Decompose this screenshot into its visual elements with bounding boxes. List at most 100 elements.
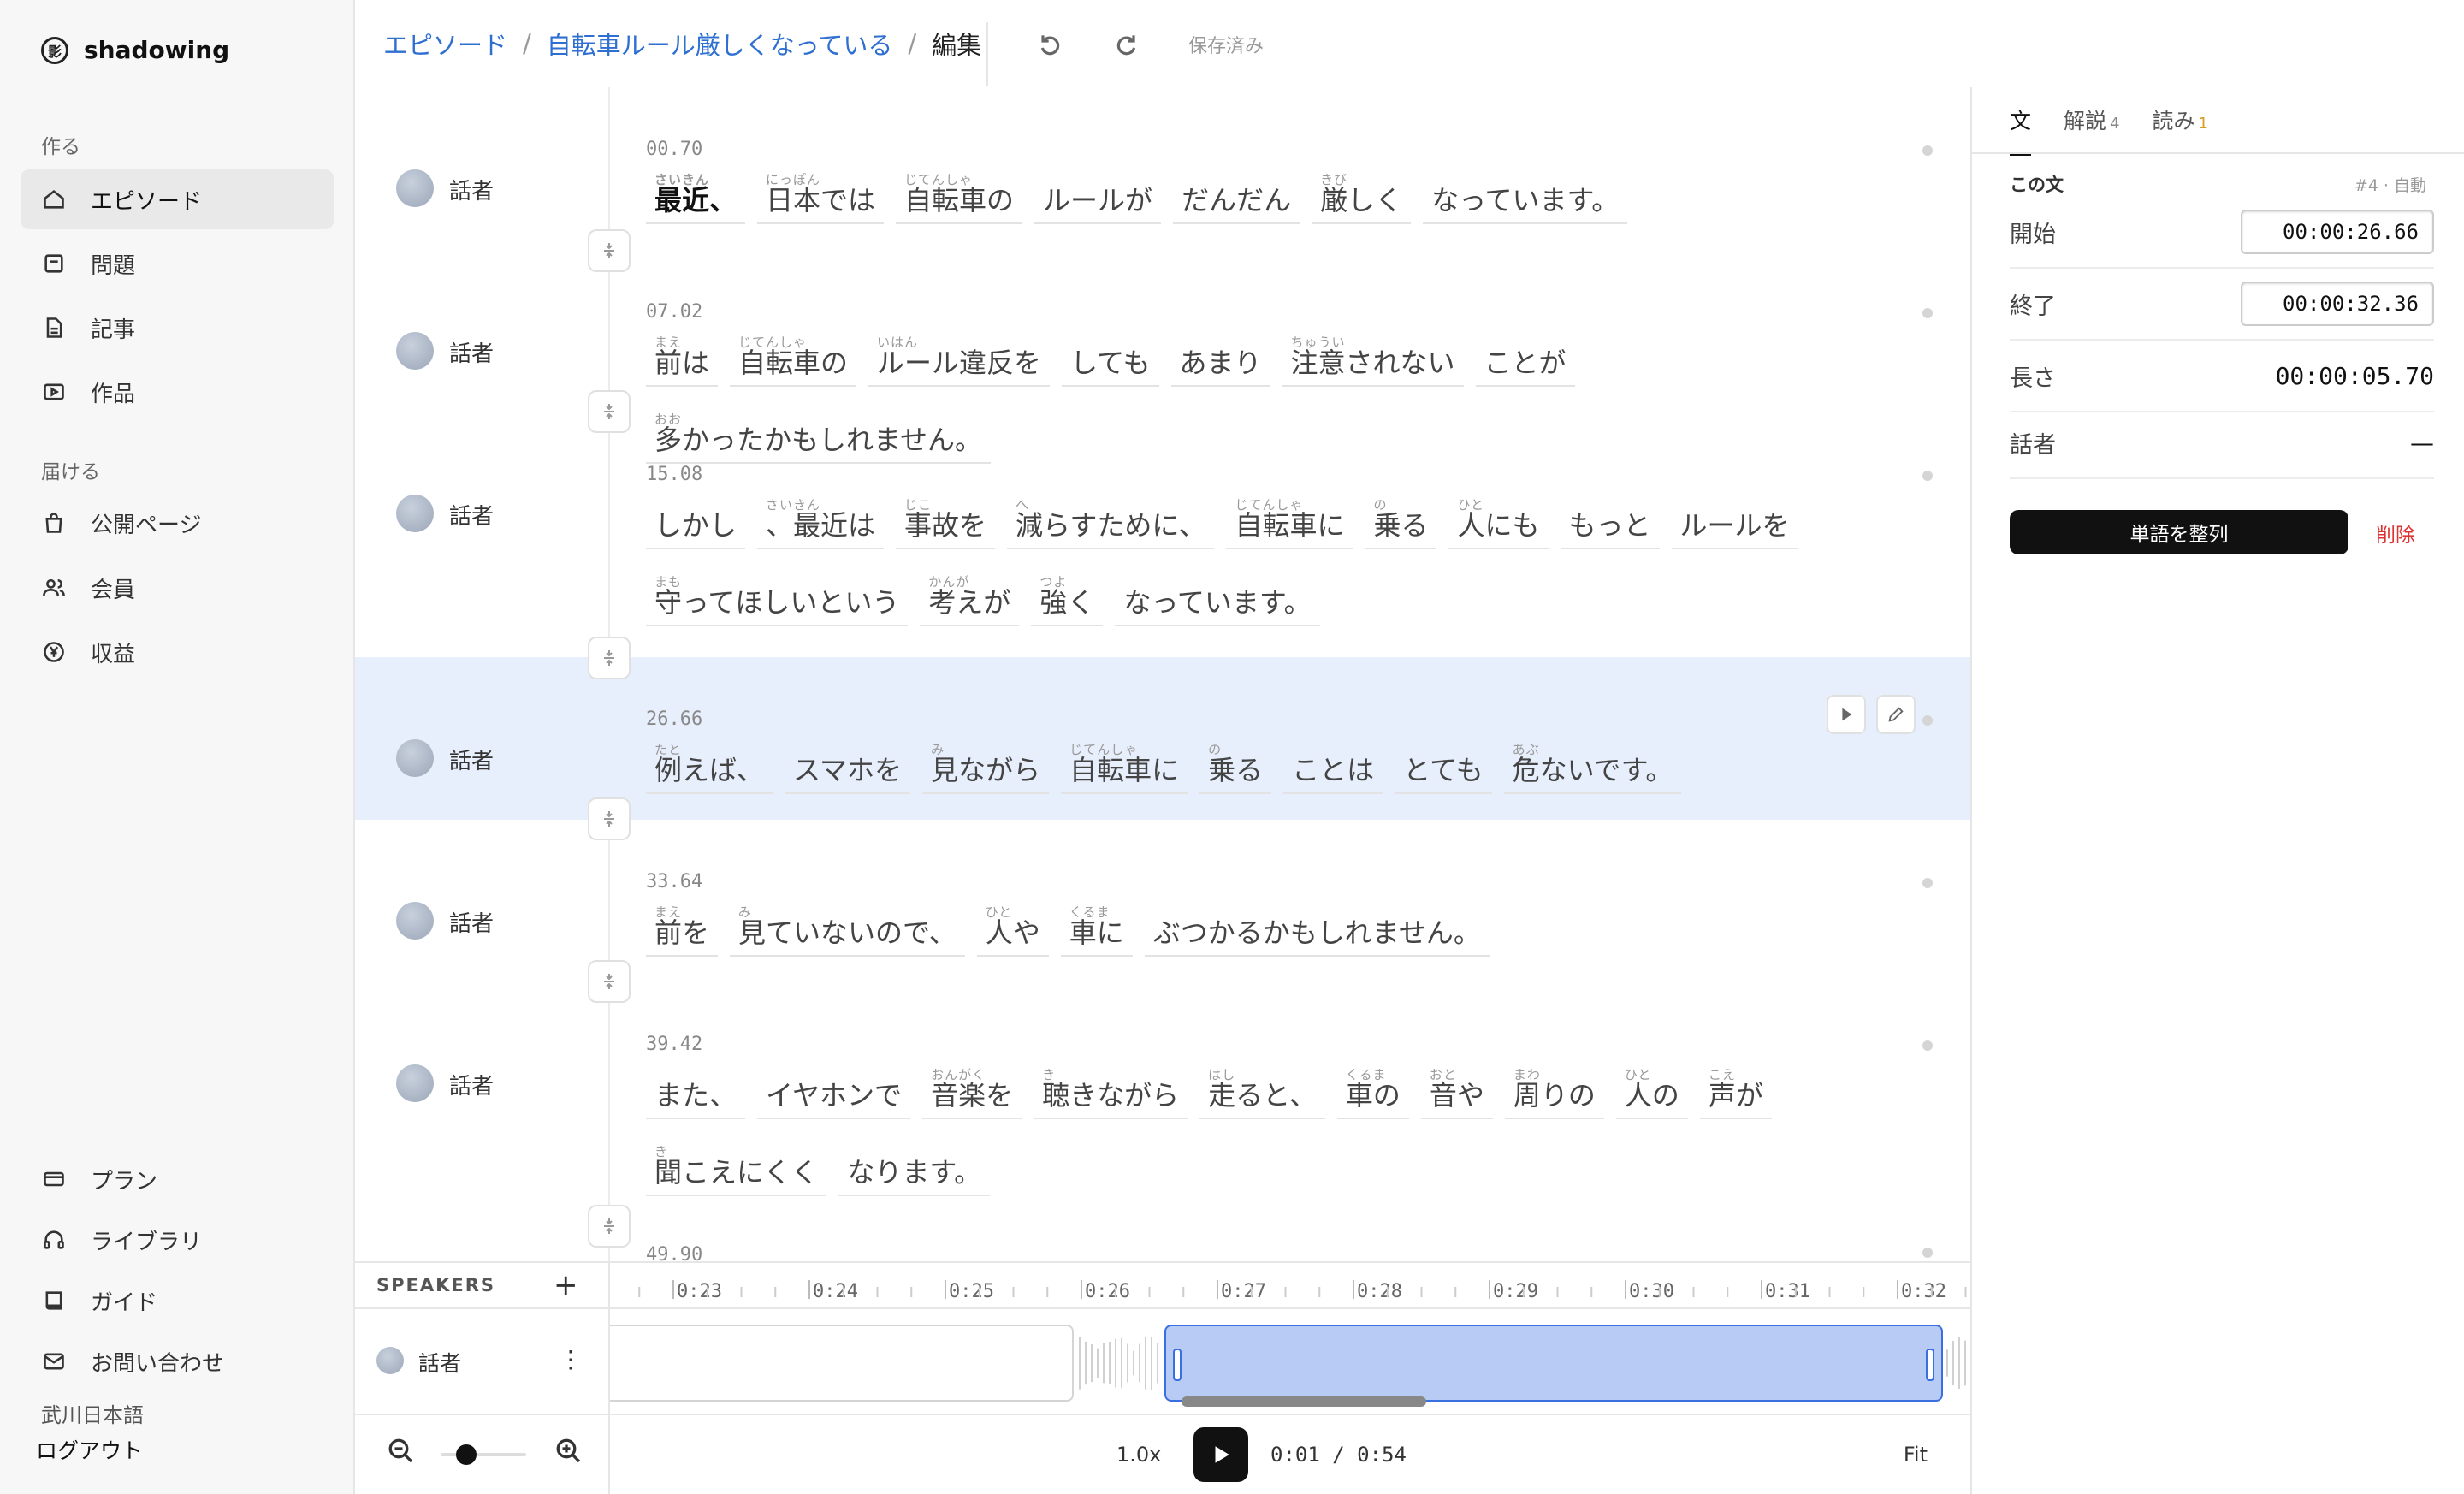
speaker-name[interactable]: 話者	[449, 499, 494, 531]
timeline-scrollbar[interactable]	[1182, 1396, 1426, 1407]
sidebar-item-revenue[interactable]: 収益	[21, 622, 334, 682]
tab-sentence[interactable]: 文	[2010, 104, 2032, 156]
merge-segments-button[interactable]	[588, 1205, 631, 1248]
speaker-menu-button[interactable]: ⋮	[559, 1345, 583, 1373]
word-token[interactable]: かんが 考えが	[920, 574, 1020, 626]
merge-segments-button[interactable]	[588, 390, 631, 433]
speaker-avatar[interactable]	[396, 495, 434, 532]
word-token[interactable]: とても	[1395, 743, 1492, 794]
word-token[interactable]: だんだん	[1173, 173, 1300, 224]
speaker-name[interactable]: 話者	[449, 174, 494, 205]
word-token[interactable]: ルールを	[1671, 498, 1798, 549]
delete-button[interactable]: 削除	[2376, 519, 2415, 548]
playback-speed[interactable]: 1.0x	[1116, 1443, 1161, 1467]
speaker-avatar[interactable]	[396, 739, 434, 777]
sidebar-item-library[interactable]: ライブラリ	[21, 1210, 334, 1270]
speaker-name[interactable]: 話者	[449, 1069, 494, 1100]
speaker-name[interactable]: 話者	[449, 906, 494, 938]
clip-previous[interactable]	[610, 1325, 1074, 1402]
sidebar-item-members[interactable]: 会員	[21, 558, 334, 618]
speaker-avatar[interactable]	[396, 902, 434, 940]
word-token[interactable]: きび 厳しく	[1312, 172, 1412, 224]
word-token[interactable]: ぶつかるかもしれません。	[1144, 905, 1490, 957]
word-token[interactable]: じてんしゃ 自転車に	[1226, 497, 1353, 549]
word-token[interactable]: み見ていないので、	[730, 904, 965, 957]
word-token[interactable]: の乗る	[1365, 497, 1437, 549]
word-token[interactable]: なっています。	[1423, 173, 1628, 224]
clip-selected[interactable]	[1164, 1325, 1943, 1402]
word-token[interactable]: さいきん 最近、	[646, 172, 746, 224]
segment-row[interactable]: 話者 26.66 たと 例えば、 スマホをみ見ながら じてんしゃ 自転車にの乗る ことは とても…	[355, 657, 1970, 820]
sidebar-item-plan[interactable]: プラン	[21, 1149, 334, 1209]
time-ruler[interactable]: 0:23 0:24 0:25 0:26 0:27 0:28 0:29 0:30 0:31 0:32	[610, 1263, 1970, 1307]
sidebar-item-episodes[interactable]: エピソード	[21, 169, 334, 229]
breadcrumb-episodes[interactable]: エピソード	[383, 26, 507, 62]
word-token[interactable]: み見ながら	[922, 742, 1050, 794]
word-token[interactable]: へ減らすために、	[1007, 497, 1215, 549]
word-token[interactable]: あまり	[1170, 335, 1270, 387]
word-token[interactable]: こえ 声が	[1699, 1067, 1772, 1119]
word-token[interactable]: にっぽん 日本では	[757, 172, 885, 224]
word-token[interactable]: ルールが	[1034, 173, 1162, 224]
word-token[interactable]: き聴きながら	[1034, 1067, 1188, 1119]
word-token[interactable]: くるま 車に	[1060, 904, 1133, 957]
sidebar-item-contact[interactable]: お問い合わせ	[21, 1331, 334, 1391]
word-token[interactable]: ひと 人や	[976, 904, 1049, 957]
start-time-input[interactable]	[2241, 210, 2434, 254]
redo-button[interactable]	[1108, 26, 1146, 63]
word-token[interactable]: スマホを	[785, 743, 911, 794]
sidebar-item-works[interactable]: 作品	[21, 362, 334, 422]
segment-row[interactable]: 話者 33.64 まえ 前をみ見ていないので、 ひと 人や くるま 車に ぶつかるかもしれません…	[355, 820, 1970, 982]
undo-button[interactable]	[1031, 26, 1069, 63]
word-token[interactable]: つよ 強く	[1031, 574, 1104, 626]
word-token[interactable]: もっと	[1560, 498, 1660, 549]
tab-reading[interactable]: 読み 1	[2152, 104, 2207, 156]
speaker-row[interactable]: 話者 —	[2010, 407, 2434, 479]
word-token[interactable]: また、	[646, 1068, 746, 1119]
word-token[interactable]: じこ 事故を	[896, 497, 996, 549]
segment-edit-button[interactable]	[1876, 695, 1916, 734]
merge-segments-button[interactable]	[588, 637, 631, 679]
word-token[interactable]: まえ 前を	[646, 904, 719, 957]
brand[interactable]: 影 shadowing	[41, 36, 229, 64]
word-token[interactable]: ひと 人にも	[1448, 497, 1549, 549]
word-token[interactable]: しかし	[646, 498, 746, 549]
segment-row[interactable]: 話者 00.70 さいきん 最近、 にっぽん 日本では じてんしゃ 自転車の ルールが だんだんき…	[355, 87, 1970, 250]
word-token[interactable]: ことが	[1475, 335, 1575, 387]
merge-segments-button[interactable]	[588, 797, 631, 840]
zoom-out-button[interactable]	[386, 1436, 420, 1470]
breadcrumb-episode[interactable]: 自転車ルール厳しくなっている	[547, 26, 893, 62]
word-token[interactable]: いはん ルール違反を	[868, 335, 1051, 387]
word-token[interactable]: じてんしゃ 自転車の	[730, 335, 857, 387]
sidebar-item-public-page[interactable]: 公開ページ	[21, 493, 334, 553]
word-token[interactable]: おと 音や	[1420, 1067, 1493, 1119]
zoom-in-button[interactable]	[554, 1436, 588, 1470]
word-token[interactable]: くるま 車の	[1336, 1067, 1409, 1119]
word-token[interactable]: はし 走ると、	[1199, 1067, 1325, 1119]
add-speaker-button[interactable]: +	[554, 1268, 578, 1302]
speaker-name[interactable]: 話者	[449, 336, 494, 368]
word-token[interactable]: ちゅうい 注意されない	[1282, 335, 1464, 387]
clip-start-handle[interactable]	[1173, 1349, 1182, 1381]
clip-end-handle[interactable]	[1926, 1349, 1934, 1381]
sidebar-item-guide[interactable]: ガイド	[21, 1271, 334, 1331]
word-token[interactable]: じてんしゃ 自転車に	[1061, 742, 1188, 794]
word-token[interactable]: き聞こえにくく	[646, 1144, 827, 1196]
word-token[interactable]: の乗る	[1199, 742, 1272, 794]
merge-segments-button[interactable]	[588, 960, 631, 1003]
word-token[interactable]: さいきん 、最近は	[757, 497, 885, 549]
word-token[interactable]: おんがく 音楽を	[922, 1067, 1022, 1119]
word-token[interactable]: ことは	[1283, 743, 1383, 794]
word-token[interactable]: なっています。	[1115, 575, 1320, 626]
speaker-avatar[interactable]	[396, 1064, 434, 1102]
segment-row[interactable]: 話者 15.08 しかし さいきん 、最近は じこ 事故をへ減らすために、 じてんしゃ 自転車に…	[355, 412, 1970, 657]
end-time-input[interactable]	[2241, 282, 2434, 326]
word-token[interactable]: あぶ 危ないです。	[1503, 742, 1682, 794]
speaker-avatar[interactable]	[396, 169, 434, 207]
play-button[interactable]	[1194, 1427, 1248, 1482]
word-token[interactable]: たと 例えば、	[646, 742, 773, 794]
tab-explanation[interactable]: 解説 4	[2064, 104, 2119, 156]
align-words-button[interactable]: 単語を整列	[2010, 510, 2348, 554]
fit-button[interactable]: Fit	[1904, 1443, 1928, 1467]
audio-track[interactable]	[610, 1309, 1970, 1414]
